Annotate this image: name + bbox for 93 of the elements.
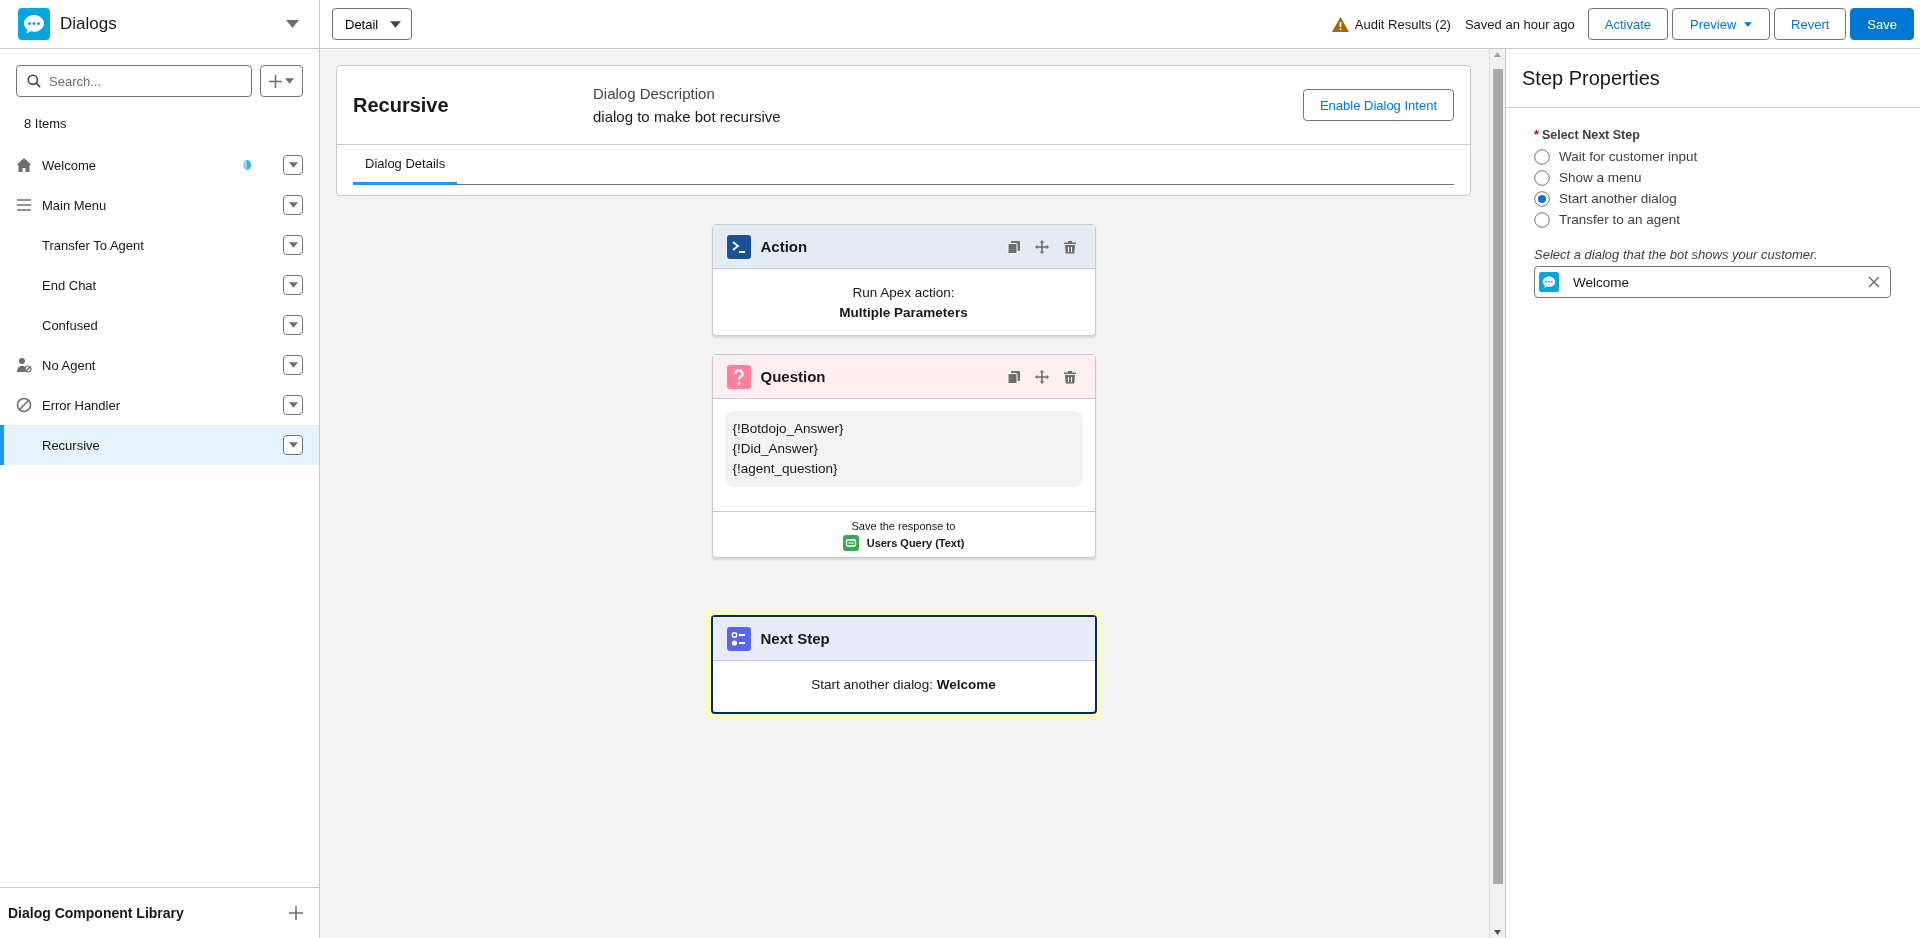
item-menu-button[interactable] bbox=[283, 155, 303, 175]
item-count: 8 Items bbox=[23, 115, 68, 133]
plus-icon[interactable] bbox=[289, 906, 303, 920]
item-menu-button[interactable] bbox=[283, 275, 303, 295]
next-step-card[interactable]: Next Step Start another dialog: Welcome bbox=[710, 615, 1097, 714]
field-label: * Select Next Step bbox=[1534, 128, 1641, 142]
item-menu-button[interactable] bbox=[283, 235, 303, 255]
variable-name: Users Query (Text) bbox=[866, 537, 965, 549]
dialog-item[interactable]: End Chat bbox=[0, 265, 319, 305]
radio-button[interactable] bbox=[1534, 148, 1550, 165]
radio-option[interactable]: Start another dialog bbox=[1534, 188, 1892, 209]
dialog-name: Recursive bbox=[353, 93, 450, 117]
plus-icon bbox=[269, 74, 282, 88]
step-text: Run Apex action: bbox=[851, 284, 956, 302]
prohibited-icon bbox=[16, 397, 32, 413]
radio-button[interactable] bbox=[1534, 190, 1550, 207]
app-title: Dialogs bbox=[60, 14, 118, 34]
step-title: Action bbox=[760, 238, 809, 255]
delete-icon[interactable] bbox=[1062, 239, 1077, 254]
warning-icon bbox=[1331, 16, 1349, 32]
action-card[interactable]: Action Run Apex action: Multiple Parameters bbox=[711, 224, 1096, 336]
view-select[interactable]: Detail bbox=[332, 8, 412, 40]
clear-icon[interactable] bbox=[1868, 276, 1880, 288]
dialog-item[interactable]: No Agent bbox=[0, 345, 319, 385]
step-title: Next Step bbox=[760, 630, 831, 647]
caret-icon bbox=[1744, 20, 1753, 28]
enable-intent-button[interactable]: Enable Dialog Intent bbox=[1302, 89, 1454, 121]
caret-icon bbox=[288, 202, 298, 208]
save-button[interactable]: Save bbox=[1850, 8, 1914, 40]
preview-button[interactable]: Preview bbox=[1672, 8, 1771, 40]
question-icon bbox=[726, 364, 751, 389]
radio-option[interactable]: Transfer to an agent bbox=[1534, 209, 1892, 230]
add-button[interactable] bbox=[260, 65, 303, 97]
home-icon bbox=[16, 157, 32, 173]
step-text: Start another dialog: Welcome bbox=[810, 676, 997, 694]
radio-button[interactable] bbox=[1534, 169, 1550, 186]
toolbar-button[interactable]: Activate bbox=[1587, 8, 1669, 40]
caret-icon bbox=[285, 78, 294, 84]
radio-button[interactable] bbox=[1534, 211, 1550, 228]
caret-icon bbox=[288, 402, 298, 408]
audit-results-link[interactable]: Audit Results (2) bbox=[1354, 16, 1451, 32]
message-line: {!Did_Answer} bbox=[732, 440, 820, 458]
dialog-item[interactable]: Welcome bbox=[0, 145, 319, 185]
menu-icon bbox=[16, 197, 32, 213]
caret-icon bbox=[288, 322, 298, 328]
radio-option[interactable]: Wait for customer input bbox=[1534, 146, 1892, 167]
dialog-item[interactable]: Transfer To Agent bbox=[0, 225, 319, 265]
radio-option[interactable]: Show a menu bbox=[1534, 167, 1892, 188]
question-card[interactable]: Question {!Botdojo_Answer} {!Did_Answer} {!agent_question} Save the response to Users Query (Text) bbox=[711, 354, 1096, 558]
item-menu-button[interactable] bbox=[283, 195, 303, 215]
toolbar-button[interactable]: Revert bbox=[1774, 8, 1847, 40]
message-line: {!agent_question} bbox=[732, 460, 839, 478]
person-blocked-icon bbox=[16, 357, 32, 373]
scrollbar[interactable] bbox=[1489, 49, 1505, 938]
save-label: Save the response to bbox=[851, 520, 956, 532]
step-text: Multiple Parameters bbox=[838, 304, 969, 322]
tab[interactable]: Dialog Details bbox=[353, 145, 458, 185]
library-title: Dialog Component Library bbox=[8, 905, 184, 921]
move-icon[interactable] bbox=[1034, 369, 1049, 384]
dialog-item[interactable]: Confused bbox=[0, 305, 319, 345]
description-text: dialog to make bot recursive bbox=[593, 108, 782, 125]
terminal-icon bbox=[726, 234, 751, 259]
scroll-down-icon[interactable] bbox=[1494, 930, 1501, 935]
move-icon[interactable] bbox=[1034, 239, 1049, 254]
item-menu-button[interactable] bbox=[283, 395, 303, 415]
dialog-lookup-field[interactable]: Welcome bbox=[1534, 266, 1891, 298]
dialog-item[interactable]: Recursive bbox=[0, 425, 319, 465]
caret-icon bbox=[288, 162, 298, 168]
search-field[interactable]: Search... bbox=[16, 65, 252, 97]
copy-icon[interactable] bbox=[1006, 369, 1021, 384]
caret-icon bbox=[288, 442, 298, 448]
saved-status: Saved an hour ago bbox=[1464, 16, 1575, 32]
dialog-item[interactable]: Error Handler bbox=[0, 385, 319, 425]
caret-icon bbox=[288, 362, 298, 368]
description-label: Dialog Description bbox=[593, 85, 716, 102]
item-menu-button[interactable] bbox=[283, 315, 303, 335]
hint-text: Select a dialog that the bot shows your customer. bbox=[1534, 247, 1819, 262]
steps-icon bbox=[726, 626, 751, 651]
item-menu-button[interactable] bbox=[283, 435, 303, 455]
step-title: Question bbox=[760, 368, 827, 385]
delete-icon[interactable] bbox=[1062, 369, 1077, 384]
copy-icon[interactable] bbox=[1006, 239, 1021, 254]
chat-logo-icon bbox=[18, 8, 50, 40]
item-menu-button[interactable] bbox=[283, 355, 303, 375]
panel-title: Step Properties bbox=[1506, 49, 1920, 108]
caret-icon bbox=[288, 242, 298, 248]
caret-icon bbox=[288, 282, 298, 288]
dialog-item[interactable]: Main Menu bbox=[0, 185, 319, 225]
caret-icon bbox=[286, 20, 299, 28]
message-line: {!Botdojo_Answer} bbox=[732, 420, 845, 438]
variable-icon bbox=[842, 535, 859, 551]
chat-icon bbox=[1539, 272, 1559, 292]
caret-icon bbox=[390, 20, 401, 28]
